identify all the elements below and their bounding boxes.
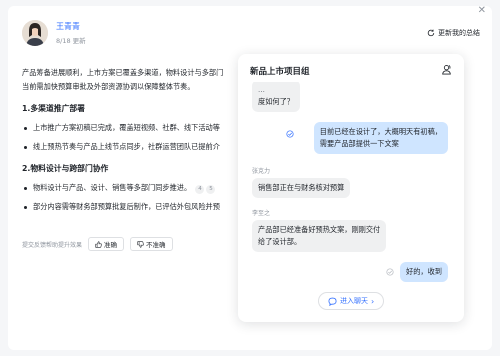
read-status-icon [286, 130, 294, 138]
avatar[interactable] [22, 20, 48, 46]
group-chat-title: 新品上市项目组 [250, 67, 310, 77]
update-summary-button[interactable]: 更新我的总结 [427, 28, 480, 38]
message-line: 目前已经在设计了，大概明天有初稿， [319, 127, 442, 136]
thumbs-up-icon [95, 240, 102, 248]
message-line: 度如何了？ [258, 97, 294, 106]
message-line: ... [258, 85, 265, 94]
inaccurate-button[interactable]: 不准确 [130, 237, 173, 251]
chat-message: ... 度如何了？ [252, 82, 300, 112]
inaccurate-label: 不准确 [146, 241, 166, 249]
message-line: 需要产品部提供一下文案 [319, 139, 399, 148]
chevron-right-icon: › [371, 296, 375, 306]
accurate-label: 准确 [104, 241, 118, 249]
chat-messages[interactable]: ... 度如何了？ 目前已经在设计了，大概明天有初稿， 需要产品部提供一下文案 … [238, 82, 464, 288]
close-icon[interactable]: ✕ [478, 6, 486, 16]
refresh-icon [427, 29, 435, 37]
chat-message: 产品部已经准备好预热文案，刚刚交付 给了设计部。 [252, 220, 387, 252]
chat-bubble-icon [328, 297, 337, 306]
enter-chat-label: 进入聊天 [340, 297, 368, 305]
thumbs-down-icon [137, 240, 144, 248]
update-summary-label: 更新我的总结 [438, 29, 480, 37]
group-members-icon[interactable] [441, 64, 452, 75]
feedback-prompt: 提交反馈帮助提升效果 [22, 241, 83, 249]
chat-message: 销售部正在与财务核对预算 [252, 178, 351, 198]
sender-name: 李至之 [252, 210, 271, 217]
chat-message: 好的，收到 [400, 262, 448, 282]
reference-badge[interactable]: 4 [195, 185, 205, 194]
reference-badge[interactable]: 5 [206, 185, 216, 194]
summary-header: 王青青 8/18 更新 更新我的总结 [22, 18, 480, 50]
enter-chat-button[interactable]: 进入聊天 › [318, 292, 385, 310]
chat-message: 目前已经在设计了，大概明天有初稿， 需要产品部提供一下文案 [313, 122, 448, 154]
read-status-icon [386, 268, 394, 276]
message-line: 给了设计部。 [258, 237, 302, 246]
message-line: 产品部已经准备好预热文案，刚刚交付 [258, 225, 381, 234]
accurate-button[interactable]: 准确 [88, 237, 125, 251]
author-name[interactable]: 王青青 [56, 21, 80, 32]
list-item-text: 物料设计与产品、设计、销售等多部门同步推进。 [33, 183, 192, 192]
group-chat-popup: 新品上市项目组 ... 度如何了？ 目前已经在设计了，大概明天有初稿， 需要产品… [238, 54, 464, 322]
update-date: 8/18 更新 [56, 37, 86, 45]
feedback-bar: 提交反馈帮助提升效果 准确 不准确 [22, 237, 173, 251]
sender-name: 张克力 [252, 168, 271, 175]
